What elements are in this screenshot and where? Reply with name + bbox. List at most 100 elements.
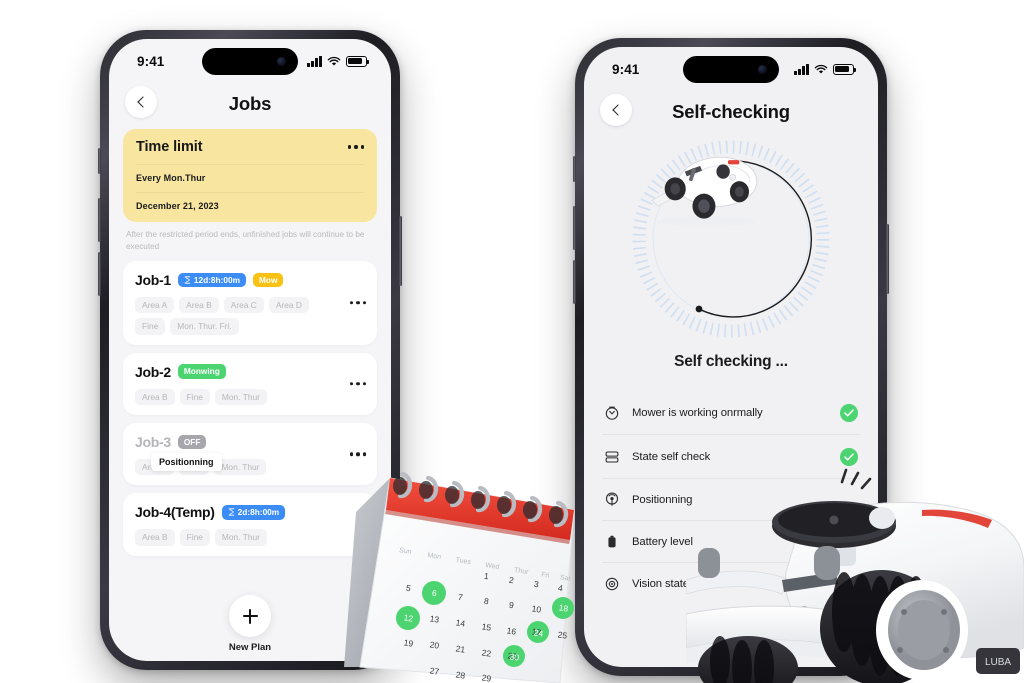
svg-text:28: 28 [455, 669, 466, 680]
time-limit-header: Time limit [136, 139, 364, 155]
volume-down-button[interactable] [98, 252, 101, 296]
job-header: Job-1 12d:8h:00m Mow [135, 272, 365, 288]
front-camera-icon [758, 65, 767, 74]
back-button[interactable] [600, 94, 632, 126]
status-bar-time: 9:41 [612, 61, 640, 77]
check-label: Mower is working onrmally [632, 406, 763, 419]
time-limit-date: December 21, 2023 [136, 201, 219, 211]
more-options-icon[interactable] [347, 145, 364, 149]
dynamic-island [683, 56, 779, 83]
job-mode-badge: Monwing [177, 364, 226, 379]
robot-lawn-mower-product-photo: LUBA [686, 468, 1024, 683]
svg-text:13: 13 [429, 613, 440, 624]
job-timer-label: 2d:8h:00m [237, 507, 280, 518]
silent-switch[interactable] [98, 148, 101, 174]
jobs-nav-bar: Jobs [109, 83, 391, 125]
svg-text:21: 21 [455, 643, 466, 654]
front-camera-icon [277, 57, 286, 66]
job-status-badge: OFF [177, 434, 207, 450]
job-chip: Area B [135, 529, 175, 546]
svg-text:10: 10 [531, 603, 542, 614]
job-name: Job-3 [135, 434, 171, 450]
satellite-signal-icon [604, 492, 620, 508]
state-list-icon [604, 449, 620, 465]
volume-down-button[interactable] [573, 260, 576, 304]
job-chip: Mon. Thur [214, 529, 267, 546]
job-chip: Mon. Thur [214, 388, 267, 405]
status-bar-indicators [307, 55, 370, 67]
job-header: Job-2 Monwing [135, 364, 365, 380]
job-chip: Mon. Thur [214, 459, 267, 476]
silent-switch[interactable] [573, 156, 576, 182]
battery-icon [833, 63, 857, 75]
progress-ring [631, 139, 831, 339]
screenshot-stage: 9:41 Jobs Time limit Every Mon.Thur Dece… [0, 0, 1024, 683]
chevron-left-icon [136, 96, 149, 108]
time-limit-title: Time limit [136, 139, 203, 155]
more-options-icon[interactable] [349, 300, 366, 305]
check-row-mower-normal[interactable]: Mower is working onrmally [602, 391, 860, 435]
hourglass-icon [184, 276, 191, 284]
desk-calendar: Sun Mon Tues Wed Thur Fri Sat 1 2 3 4 5 … [344, 471, 575, 683]
job-chip: Fine [135, 318, 166, 335]
job-chip: Fine [179, 388, 210, 405]
job-timer-badge: 2d:8h:00m [221, 505, 286, 520]
svg-text:20: 20 [429, 639, 440, 650]
status-bar-time: 9:41 [137, 53, 165, 69]
power-button[interactable] [399, 216, 402, 286]
self-check-nav-bar: Self-checking [584, 91, 878, 133]
job-chip: Area B [179, 296, 219, 314]
svg-text:18: 18 [558, 602, 569, 613]
job-name: Job-1 [135, 271, 171, 288]
power-button[interactable] [886, 224, 889, 294]
job-chip-row: Area B Fine Mon. Thur [135, 388, 365, 405]
back-button[interactable] [125, 86, 157, 118]
page-title: Jobs [228, 93, 272, 114]
svg-text:Fri: Fri [541, 571, 551, 579]
job-header: Job-4(Temp) 2d:8h:00m [135, 504, 365, 520]
page-title: Self-checking [672, 101, 790, 122]
robot-mower-illustration [651, 156, 758, 227]
new-plan-label: New Plan [228, 642, 272, 653]
camera-eye-icon [604, 576, 620, 592]
svg-text:30: 30 [509, 651, 520, 662]
time-limit-recurrence: Every Mon.Thur [136, 173, 206, 183]
job-chip: Area A [135, 296, 175, 314]
battery-icon [604, 534, 620, 550]
job-chip: Area C [223, 296, 264, 314]
job-card[interactable]: Job-2 Monwing Area B Fine Mon. Thur [123, 352, 377, 415]
checking-heading: Self checking ... [674, 353, 788, 370]
signal-bars-icon [794, 63, 809, 75]
time-limit-card[interactable]: Time limit Every Mon.Thur December 21, 2… [123, 129, 377, 222]
status-ok-icon [840, 403, 858, 422]
job-header: Job-3 OFF [135, 434, 365, 450]
svg-text:24: 24 [533, 627, 544, 638]
svg-text:14: 14 [455, 617, 466, 628]
dynamic-island [202, 48, 298, 75]
positioning-tooltip: Positionning [151, 453, 222, 471]
divider [136, 164, 364, 165]
volume-up-button[interactable] [98, 198, 101, 242]
job-chip-row: Area A Area B Area C Area D Fine Mon. Th… [135, 296, 365, 335]
svg-text:16: 16 [506, 625, 517, 636]
svg-text:15: 15 [481, 621, 492, 632]
job-timer-badge: 12d:8h:00m [177, 272, 246, 287]
battery-icon [346, 55, 370, 67]
brand-label: LUBA [985, 657, 1011, 668]
signal-bars-icon [307, 55, 322, 67]
volume-up-button[interactable] [573, 206, 576, 250]
svg-text:29: 29 [481, 672, 492, 683]
plus-icon [229, 595, 271, 637]
svg-text:19: 19 [403, 637, 414, 648]
more-options-icon[interactable] [349, 382, 366, 386]
job-name: Job-4(Temp) [135, 504, 215, 521]
clock-check-icon [604, 405, 620, 421]
job-chip: Mon. Thur. Fri. [170, 318, 239, 335]
status-bar-indicators [794, 63, 857, 75]
chevron-left-icon [611, 104, 624, 116]
time-limit-note: After the restricted period ends, unfini… [126, 230, 365, 251]
svg-text:12: 12 [403, 612, 414, 623]
job-chip: Fine [179, 529, 210, 546]
svg-text:22: 22 [481, 647, 492, 658]
job-card[interactable]: Job-1 12d:8h:00m Mow Area A Area B Area … [123, 260, 377, 345]
